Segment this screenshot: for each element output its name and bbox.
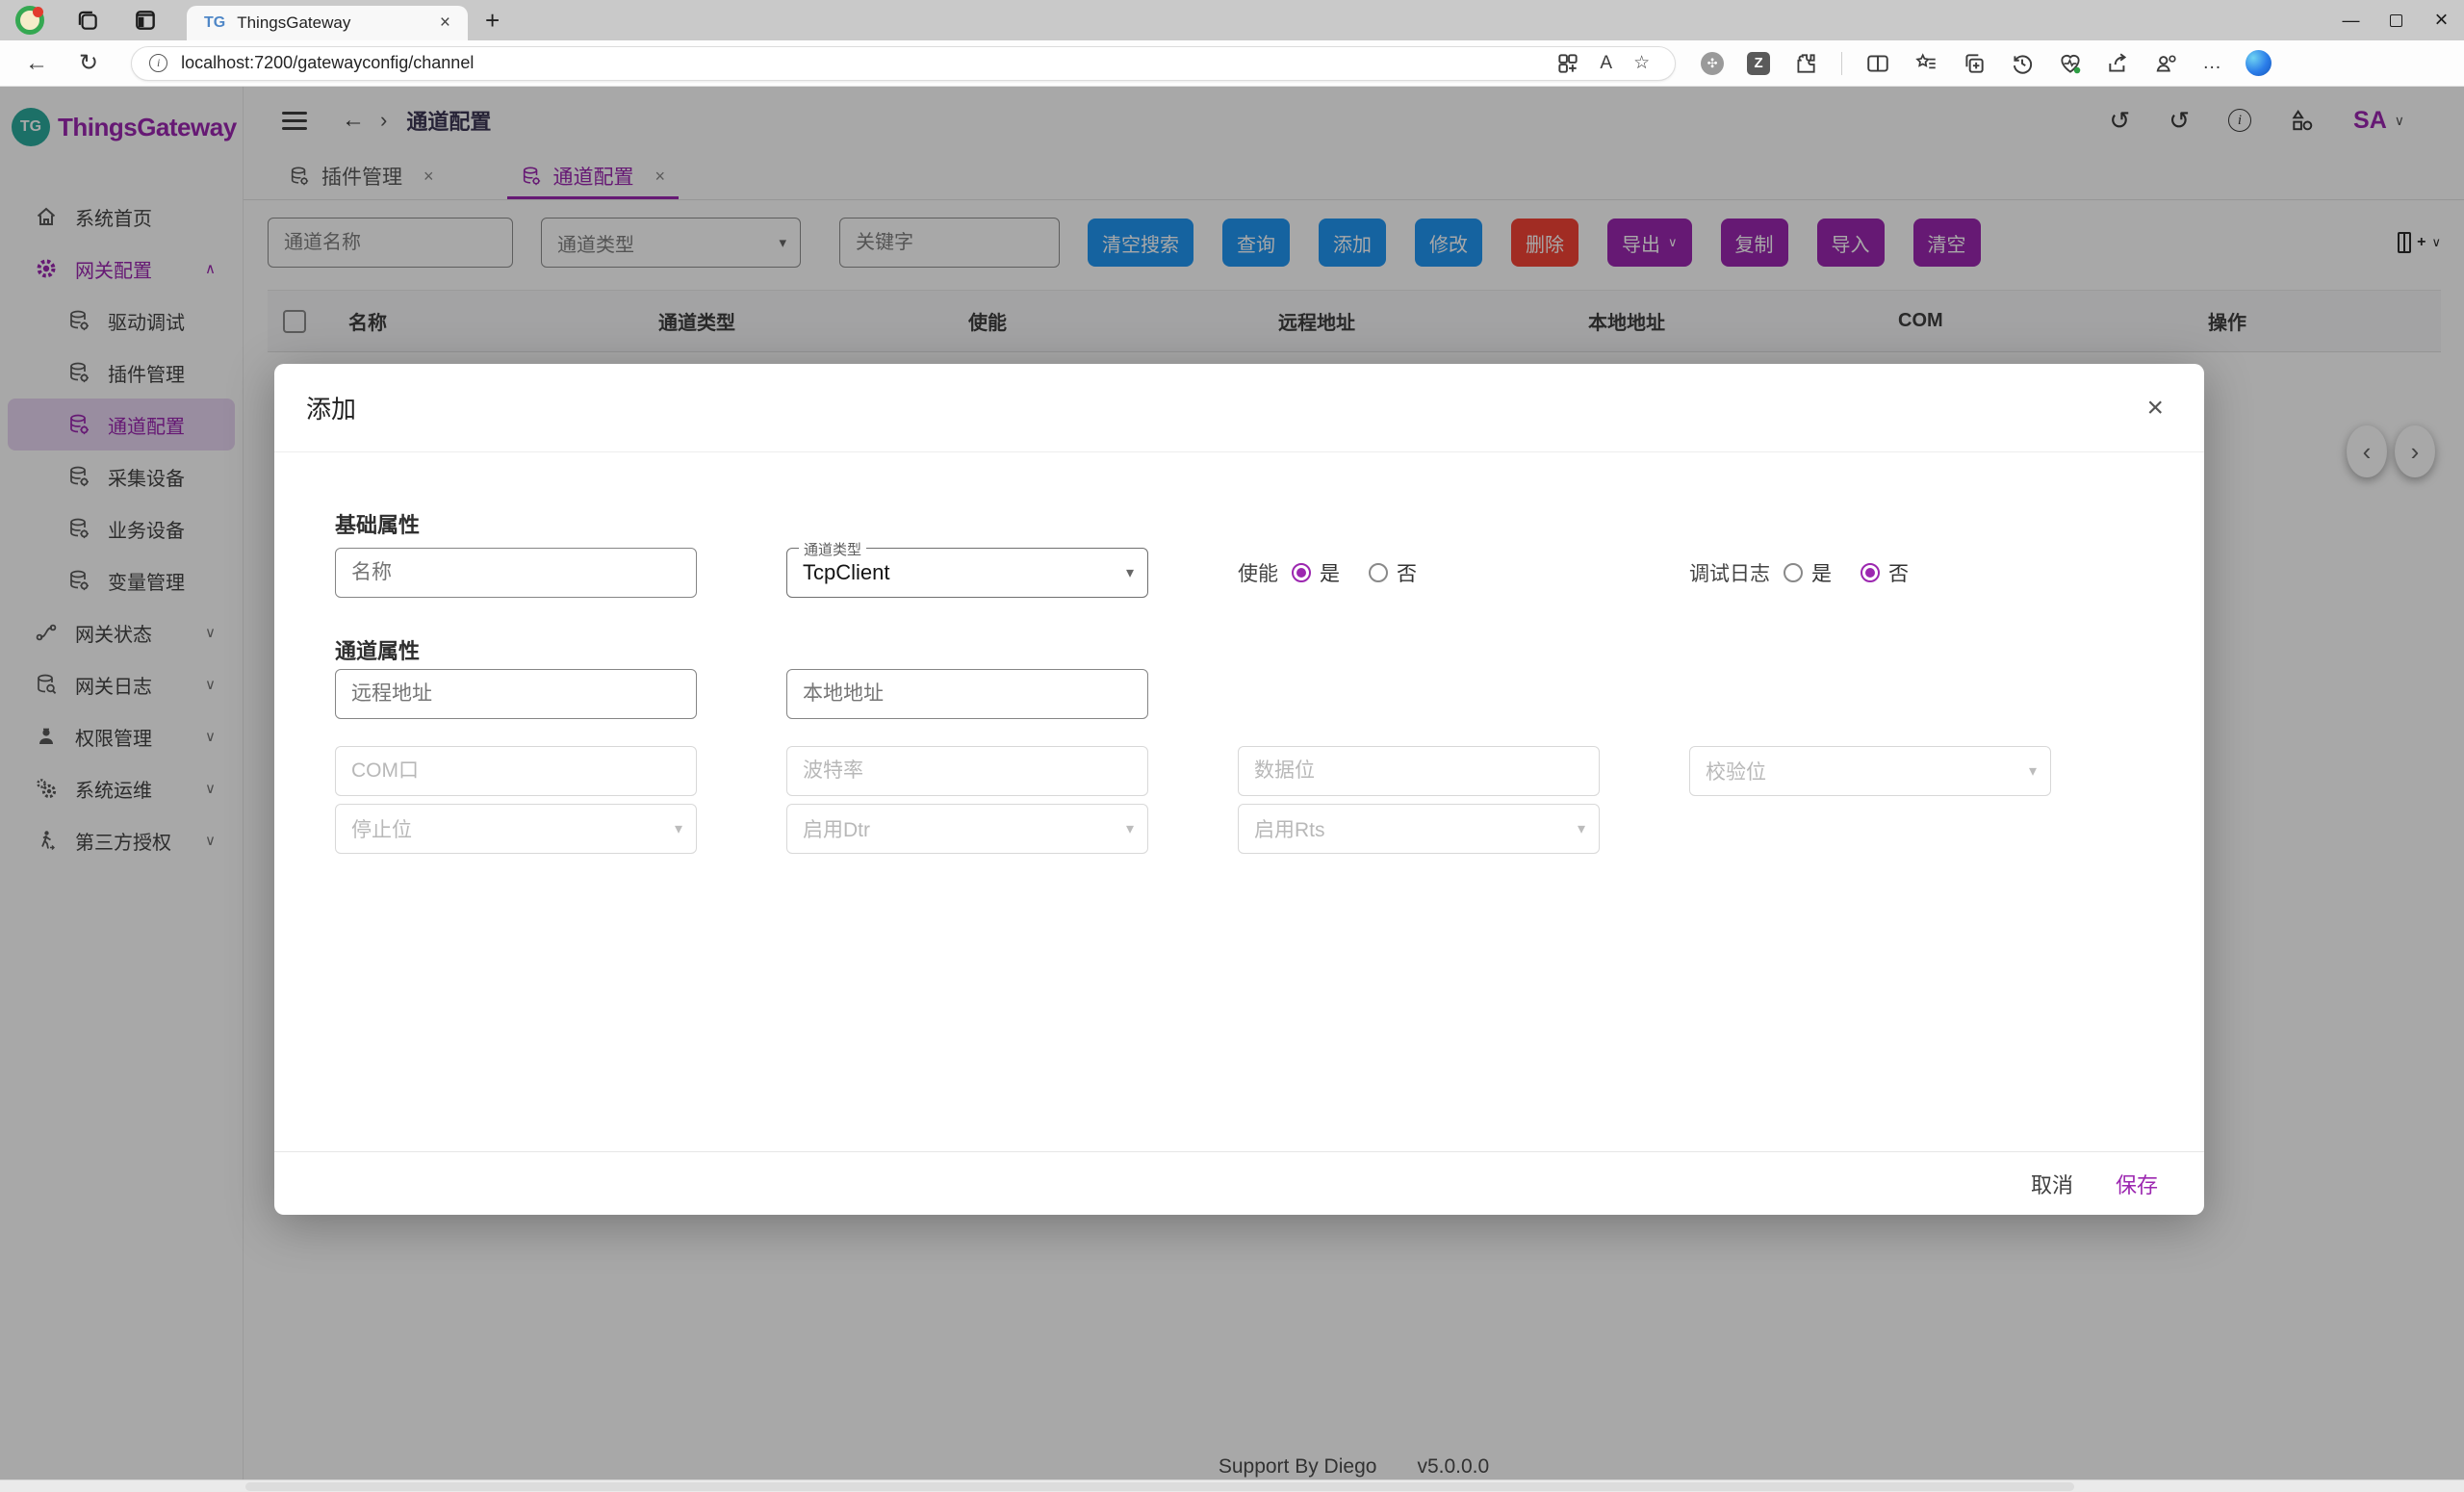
read-aloud-icon[interactable]: A bbox=[1600, 53, 1612, 74]
address-bar[interactable]: i localhost:7200/gatewayconfig/channel A… bbox=[131, 46, 1676, 81]
parity-select: 校验位 ▾ bbox=[1689, 746, 2051, 796]
tab-favicon: TG bbox=[204, 14, 225, 32]
rts-select: 启用Rts ▾ bbox=[1238, 804, 1600, 854]
sidebar-apps-icon[interactable] bbox=[1555, 51, 1580, 76]
cancel-button[interactable]: 取消 bbox=[2031, 1169, 2073, 1199]
favorite-star-icon[interactable]: ☆ bbox=[1633, 52, 1650, 74]
copilot-icon[interactable] bbox=[2246, 50, 2272, 76]
chevron-down-icon: ▾ bbox=[2029, 761, 2037, 781]
dtr-select: 启用Dtr ▾ bbox=[786, 804, 1148, 854]
dialog-header: 添加 × bbox=[274, 364, 2204, 452]
com-port-input bbox=[335, 746, 697, 796]
scrollbar-thumb[interactable] bbox=[245, 1482, 2074, 1491]
browser-navbar: ← ↻ i localhost:7200/gatewayconfig/chann… bbox=[0, 40, 2464, 87]
dialog-title: 添加 bbox=[306, 390, 356, 425]
tab-close-icon[interactable]: × bbox=[434, 13, 456, 34]
share-icon[interactable] bbox=[2106, 51, 2131, 76]
chevron-down-icon: ▾ bbox=[675, 819, 682, 838]
chevron-down-icon: ▾ bbox=[1578, 819, 1585, 838]
history-icon[interactable] bbox=[2010, 51, 2035, 76]
extension-1-icon[interactable]: ✣ bbox=[1701, 52, 1724, 75]
new-tab-button[interactable]: + bbox=[485, 6, 500, 36]
browser-refresh-button[interactable]: ↻ bbox=[79, 49, 98, 77]
chevron-down-icon: ▾ bbox=[1126, 819, 1134, 838]
remote-address-input[interactable] bbox=[335, 669, 697, 719]
channel-type-select[interactable]: 通道类型 TcpClient ▾ bbox=[786, 548, 1148, 598]
browser-back-button[interactable]: ← bbox=[25, 50, 48, 77]
chevron-down-icon: ▾ bbox=[1126, 563, 1134, 582]
maximize-icon bbox=[2390, 14, 2402, 27]
favorites-icon[interactable] bbox=[1913, 51, 1938, 76]
radio-debug-yes[interactable] bbox=[1784, 563, 1803, 582]
enable-radio-group: 使能 是 否 bbox=[1238, 558, 1600, 587]
dialog-body: 基础属性 通道类型 TcpClient ▾ 使能 是 否 调试日志 bbox=[274, 508, 2204, 854]
horizontal-scrollbar[interactable] bbox=[0, 1479, 2464, 1492]
section-basic-props: 基础属性 bbox=[335, 508, 2204, 539]
browser-profile-icon[interactable] bbox=[15, 6, 44, 35]
profiles-icon[interactable] bbox=[2154, 51, 2179, 76]
stop-bits-select: 停止位 ▾ bbox=[335, 804, 697, 854]
name-input[interactable] bbox=[335, 548, 697, 598]
tab-title: ThingsGateway bbox=[237, 13, 434, 33]
window-minimize-button[interactable]: — bbox=[2328, 0, 2374, 40]
add-channel-dialog: 添加 × 基础属性 通道类型 TcpClient ▾ 使能 是 否 bbox=[274, 364, 2204, 1215]
browser-tab[interactable]: TG ThingsGateway × bbox=[187, 6, 468, 40]
browser-essentials-icon[interactable] bbox=[2058, 51, 2083, 76]
close-icon[interactable]: × bbox=[2146, 392, 2164, 424]
debug-log-radio-group: 调试日志 是 否 bbox=[1689, 558, 2051, 587]
save-button[interactable]: 保存 bbox=[2116, 1169, 2158, 1199]
notification-dot-icon bbox=[33, 7, 43, 17]
collections-icon[interactable] bbox=[1962, 51, 1987, 76]
selected-value: TcpClient bbox=[803, 560, 889, 585]
dialog-footer: 取消 保存 bbox=[274, 1151, 2204, 1215]
section-channel-props: 通道属性 bbox=[335, 634, 2204, 665]
data-bits-input bbox=[1238, 746, 1600, 796]
window-close-button[interactable]: × bbox=[2419, 0, 2464, 40]
url-text[interactable]: localhost:7200/gatewayconfig/channel bbox=[181, 53, 1555, 73]
screen: TG ThingsGateway × + — × ← ↻ i localhost… bbox=[0, 0, 2464, 1492]
extension-z-icon[interactable]: Z bbox=[1747, 52, 1770, 75]
local-address-input[interactable] bbox=[786, 669, 1148, 719]
split-screen-icon[interactable] bbox=[1865, 51, 1890, 76]
browser-menu-icon[interactable]: … bbox=[2202, 52, 2222, 74]
tab-actions-icon[interactable] bbox=[133, 8, 158, 33]
radio-debug-no[interactable] bbox=[1861, 563, 1880, 582]
window-controls: — × bbox=[2328, 0, 2464, 40]
baud-rate-input bbox=[786, 746, 1148, 796]
radio-enable-yes[interactable] bbox=[1292, 563, 1311, 582]
window-maximize-button[interactable] bbox=[2374, 0, 2419, 40]
workspaces-icon[interactable] bbox=[75, 8, 100, 33]
field-label: 通道类型 bbox=[799, 539, 866, 559]
browser-tabstrip: TG ThingsGateway × + — × bbox=[0, 0, 2464, 40]
radio-enable-no[interactable] bbox=[1369, 563, 1388, 582]
toolbar-divider bbox=[1841, 52, 1842, 75]
extensions-puzzle-icon[interactable] bbox=[1793, 51, 1818, 76]
site-info-icon[interactable]: i bbox=[149, 54, 167, 72]
extension-toolbar: ✣ Z … bbox=[1701, 50, 2272, 76]
